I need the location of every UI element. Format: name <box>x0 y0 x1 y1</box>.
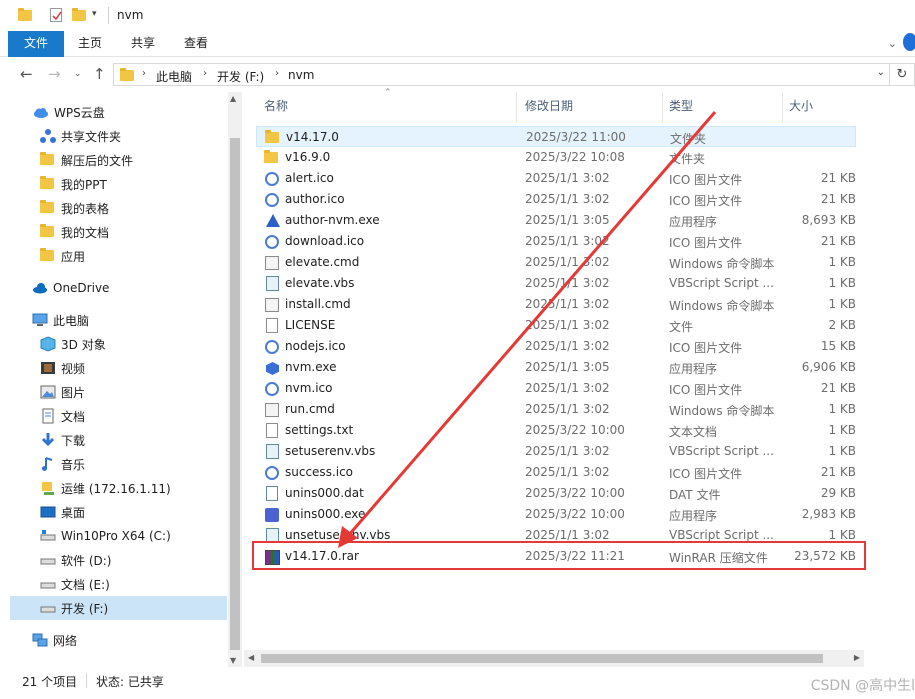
annotation-arrow <box>338 111 717 548</box>
